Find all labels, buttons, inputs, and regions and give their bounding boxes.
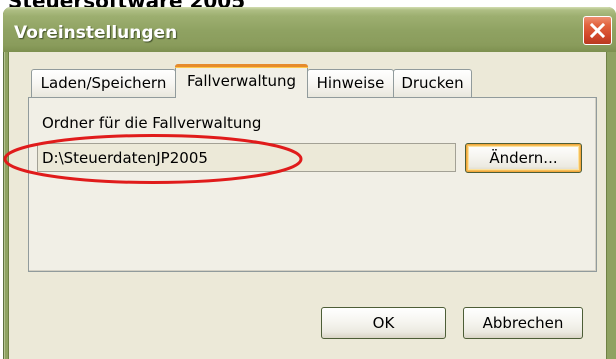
close-icon: [589, 22, 606, 39]
cancel-button[interactable]: Abbrechen: [463, 307, 583, 339]
folder-label: Ordner für die Fallverwaltung: [42, 114, 262, 132]
tab-drucken[interactable]: Drucken: [393, 69, 472, 97]
tab-laden-speichern[interactable]: Laden/Speichern: [31, 69, 176, 97]
tab-hinweise[interactable]: Hinweise: [307, 69, 394, 97]
ok-button[interactable]: OK: [321, 307, 446, 339]
tab-label-fallverwaltung: Fallverwaltung: [186, 72, 297, 90]
red-highlight-ellipse: [3, 134, 303, 184]
tab-label-laden-speichern: Laden/Speichern: [40, 74, 167, 92]
dialog-title: Voreinstellungen: [14, 23, 178, 43]
tab-label-drucken: Drucken: [401, 74, 464, 92]
title-bar[interactable]: Voreinstellungen: [3, 7, 616, 52]
change-folder-button[interactable]: Ändern...: [465, 143, 582, 173]
close-button[interactable]: [583, 16, 612, 45]
tab-label-hinweise: Hinweise: [316, 74, 385, 92]
tab-fallverwaltung[interactable]: Fallverwaltung: [175, 64, 308, 98]
